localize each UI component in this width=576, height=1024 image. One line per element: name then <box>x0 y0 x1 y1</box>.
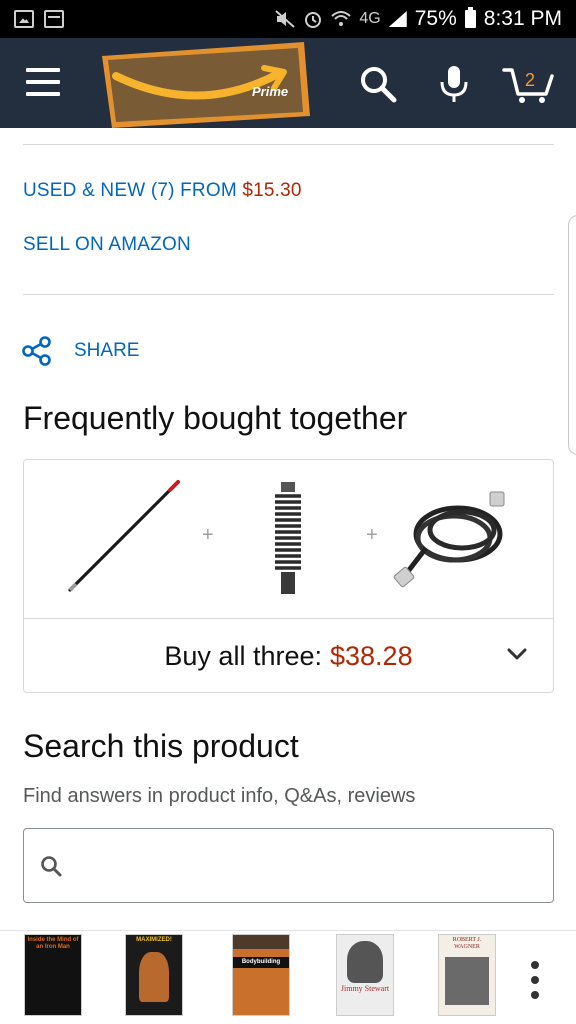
book-title: MAXIMIZED! <box>136 937 172 943</box>
book-thumbnail[interactable]: Bodybuilding <box>232 934 290 1016</box>
plus-separator: + <box>366 524 378 546</box>
search-product-heading: Search this product <box>23 728 299 764</box>
book-title: Inside the Mind of an Iron Man <box>27 937 79 950</box>
menu-icon[interactable] <box>26 68 60 96</box>
app-screen: 4G 75% 8:31 PM Prime 2 USED & NEW (7) FR… <box>0 0 576 1024</box>
share-label: SHARE <box>74 340 140 361</box>
calendar-notification-icon <box>44 10 64 28</box>
used-new-label: USED & NEW (7) FROM <box>23 180 243 201</box>
share-button[interactable]: SHARE <box>22 336 139 366</box>
search-icon <box>41 856 62 877</box>
book-thumbnail[interactable]: Inside the Mind of an Iron Man <box>24 934 82 1016</box>
product-image-spring[interactable] <box>270 480 306 598</box>
product-image-antenna-whip[interactable] <box>64 478 184 596</box>
mute-icon <box>275 10 296 28</box>
side-panel-handle[interactable] <box>568 215 576 455</box>
book-thumbnail[interactable]: MAXIMIZED! <box>125 934 183 1016</box>
search-product-subtitle: Find answers in product info, Q&As, revi… <box>23 785 416 807</box>
signal-icon <box>388 11 407 27</box>
buy-all-three-row[interactable]: Buy all three: $38.28 <box>24 619 553 693</box>
related-books-strip: Inside the Mind of an Iron Man MAXIMIZED… <box>0 930 576 1024</box>
battery-icon <box>464 7 476 28</box>
amazon-prime-logo[interactable]: Prime <box>98 38 310 128</box>
top-nav-bar: Prime 2 <box>0 38 576 128</box>
book-title: Jimmy Stewart <box>340 984 390 993</box>
microphone-icon[interactable] <box>434 64 474 104</box>
share-icon <box>22 336 51 366</box>
wifi-icon <box>331 11 352 26</box>
product-search-field[interactable] <box>23 828 554 903</box>
book-thumbnail[interactable]: Jimmy Stewart <box>336 934 394 1016</box>
buy-all-label: Buy all three: <box>164 640 322 671</box>
plus-separator: + <box>202 524 214 546</box>
used-new-offers-link[interactable]: USED & NEW (7) FROM $15.30 <box>23 180 302 202</box>
cover-figure <box>139 952 169 1002</box>
product-image-coax-cable[interactable] <box>392 482 510 594</box>
buy-all-price: $38.28 <box>330 640 413 671</box>
product-search-input[interactable] <box>76 845 536 885</box>
divider <box>23 144 554 145</box>
fbt-heading: Frequently bought together <box>23 400 408 436</box>
fbt-card: + + Buy all three: $38.28 <box>23 459 554 693</box>
book-title: Bodybuilding <box>233 957 289 968</box>
search-icon[interactable] <box>358 64 398 104</box>
alarm-icon <box>305 12 322 28</box>
sell-on-amazon-link[interactable]: SELL ON AMAZON <box>23 234 191 256</box>
cover-portrait <box>347 941 383 983</box>
book-thumbnail[interactable]: ROBERT J. WAGNER <box>438 934 496 1016</box>
clock: 8:31 PM <box>483 7 562 30</box>
more-options-icon[interactable] <box>530 961 540 999</box>
divider <box>23 294 554 295</box>
gallery-notification-icon <box>14 10 34 28</box>
cover-portrait <box>445 957 489 1005</box>
chevron-down-icon[interactable] <box>507 647 527 661</box>
used-new-price: $15.30 <box>242 180 302 201</box>
status-bar: 4G 75% 8:31 PM <box>0 0 576 38</box>
network-type-label: 4G <box>359 10 381 27</box>
battery-percent: 75% <box>414 7 457 30</box>
prime-label: Prime <box>252 84 288 99</box>
cover-figure <box>233 935 289 949</box>
cart-icon[interactable]: 2 <box>502 64 554 104</box>
cart-count: 2 <box>525 70 535 90</box>
fbt-products: + + <box>24 460 553 618</box>
book-title: ROBERT J. WAGNER <box>452 937 482 950</box>
